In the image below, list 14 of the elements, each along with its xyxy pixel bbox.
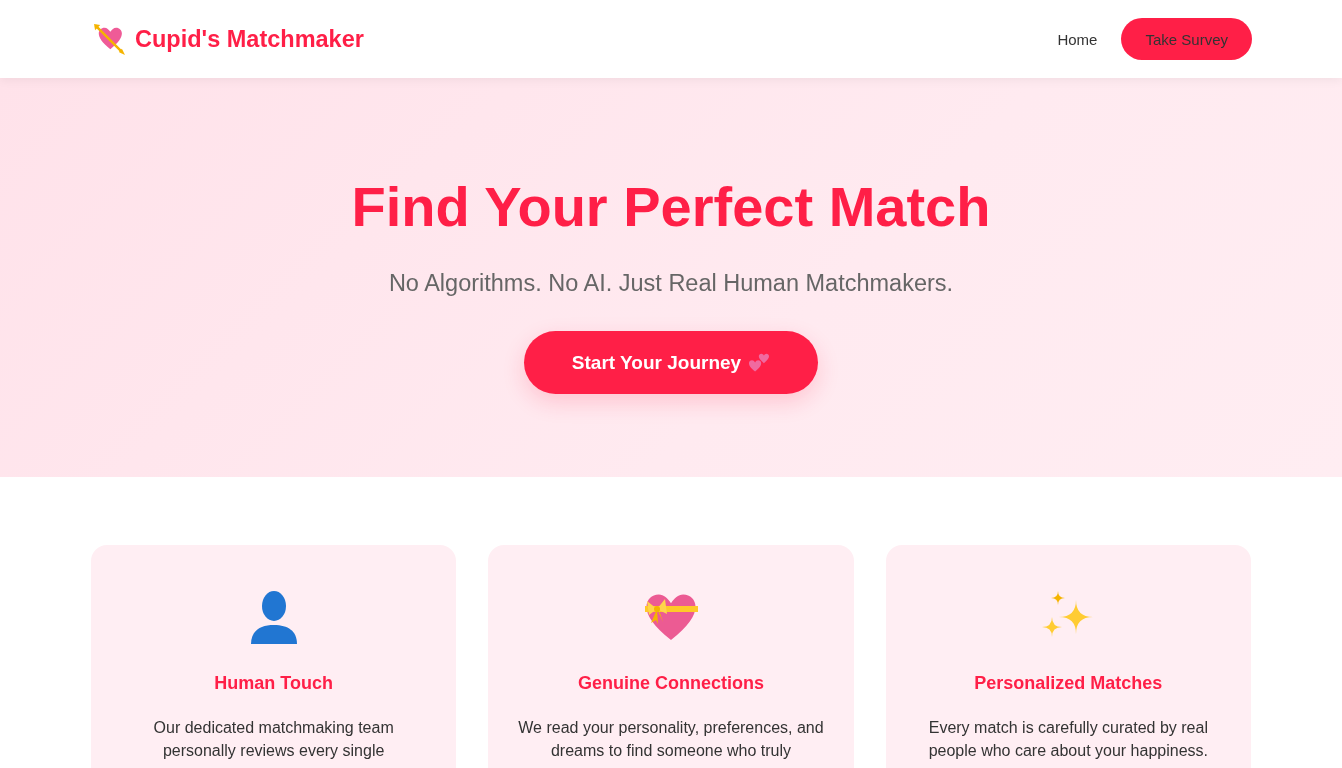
site-logo-text[interactable]: Cupid's Matchmaker bbox=[135, 25, 364, 53]
two-hearts-icon bbox=[748, 352, 771, 373]
feature-title: Human Touch bbox=[214, 672, 333, 695]
feature-title: Personalized Matches bbox=[974, 672, 1163, 695]
feature-description: Every match is carefully curated by real people who care about your happiness. bbox=[927, 718, 1209, 761]
home-link[interactable]: Home bbox=[1057, 30, 1098, 48]
take-survey-button[interactable]: Take Survey bbox=[1121, 18, 1252, 60]
hero-title: Find Your Perfect Match bbox=[351, 174, 991, 240]
feature-title: Genuine Connections bbox=[578, 672, 764, 695]
heart-with-arrow-icon bbox=[93, 22, 126, 56]
feature-description: Our dedicated matchmaking team personally reviews every single bbox=[152, 718, 395, 761]
feature-description: We read your personality, preferences, and dreams to find someone who truly bbox=[517, 718, 825, 761]
start-journey-button[interactable]: Start Your Journey bbox=[523, 331, 819, 395]
hero-subtitle: No Algorithms. No AI. Just Real Human Matchmakers. bbox=[388, 269, 954, 299]
